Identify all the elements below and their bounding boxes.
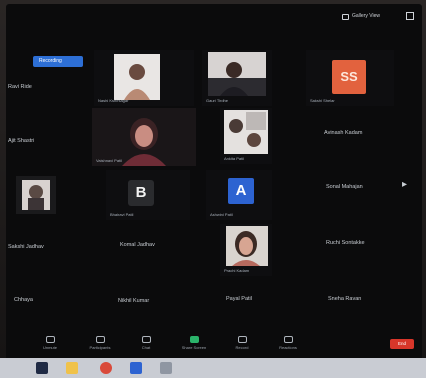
video-tile[interactable]: [16, 176, 56, 214]
video-tile[interactable]: Vaishnavi Patil: [92, 108, 196, 166]
participant-video: [208, 52, 266, 96]
avatar-initials: B: [128, 180, 154, 206]
os-taskbar: [0, 358, 426, 378]
toolbar-label: Reactions: [279, 345, 297, 350]
tile-caption: Prachi Kadam: [224, 268, 250, 273]
unmute-button[interactable]: Unmute: [30, 336, 70, 356]
app-icon[interactable]: [160, 362, 172, 374]
participant-video: [224, 110, 268, 154]
participant-video: [226, 226, 268, 266]
participant-name: Sakshi Jadhav: [8, 244, 44, 250]
tile-caption: Ankita Patil: [224, 156, 245, 161]
toolbar-label: Unmute: [42, 345, 57, 350]
video-tile[interactable]: Nashi Kshirsagar: [94, 50, 194, 106]
tile-caption: Sakshi Shelar: [310, 98, 335, 103]
video-tile[interactable]: Prachi Kadam: [220, 224, 272, 276]
participant-name: Chhaya: [14, 297, 33, 303]
video-tile[interactable]: Gauri Tirdhe: [202, 50, 272, 106]
record-button[interactable]: Record: [222, 336, 262, 356]
participant-name: Avinash Kadam: [324, 130, 363, 136]
tile-caption: Vaishnavi Patil: [96, 158, 122, 163]
participants-button[interactable]: Participants: [80, 336, 120, 356]
tile-caption: Ashwini Patil: [210, 212, 233, 217]
participant-video: [16, 176, 56, 214]
participant-name: Ravi Ride: [8, 84, 32, 90]
participant-name: Nikhil Kumar: [118, 298, 150, 304]
fullscreen-icon[interactable]: [406, 12, 414, 20]
monitor-frame: Gallery View Recording Ravi Ride Ajit Sh…: [0, 0, 426, 378]
toolbar-label: Chat: [141, 345, 151, 350]
participant-name: Sneha Ravan: [328, 296, 362, 302]
recording-badge: Recording: [33, 56, 83, 67]
record-icon: [237, 336, 247, 343]
avatar-tile[interactable]: B Bhairavi Patil: [106, 170, 190, 220]
toolbar-label: Record: [235, 345, 249, 350]
gallery-view-label: Gallery View: [352, 13, 380, 19]
toolbar-label: Share Screen: [181, 345, 207, 350]
video-tile[interactable]: Ankita Patil: [220, 108, 272, 164]
reactions-button[interactable]: Reactions: [268, 336, 308, 356]
microphone-icon: [45, 336, 55, 343]
tile-caption: Gauri Tirdhe: [206, 98, 229, 103]
avatar-initials: SS: [332, 60, 366, 94]
reactions-icon: [283, 336, 293, 343]
top-bar: Gallery View: [6, 4, 422, 26]
share-screen-button[interactable]: Share Screen: [174, 336, 214, 356]
chat-icon: [141, 336, 151, 343]
participant-name: Komal Jadhav: [120, 242, 155, 248]
zoom-window: Gallery View Recording Ravi Ride Ajit Sh…: [6, 4, 422, 362]
participant-name: Ruchi Sontakke: [326, 240, 365, 246]
share-screen-icon: [189, 336, 199, 343]
next-page-arrow-icon[interactable]: ▸: [402, 179, 407, 190]
participant-name: Sonal Mahajan: [326, 184, 363, 190]
start-icon[interactable]: [36, 362, 48, 374]
toolbar-label: Participants: [89, 345, 111, 350]
zoom-app-icon[interactable]: [130, 362, 142, 374]
gallery-view-button[interactable]: Gallery View: [342, 11, 402, 22]
avatar-tile[interactable]: SS Sakshi Shelar: [306, 50, 394, 106]
tile-caption: Nashi Kshirsagar: [98, 98, 129, 103]
participant-name: Payal Patil: [226, 296, 252, 302]
avatar-initials: A: [228, 178, 254, 204]
participant-name: Ajit Shastri: [8, 138, 35, 144]
tile-caption: Bhairavi Patil: [110, 212, 134, 217]
participants-icon: [95, 336, 105, 343]
chat-button[interactable]: Chat: [126, 336, 166, 356]
browser-icon[interactable]: [100, 362, 112, 374]
end-meeting-button[interactable]: End: [390, 339, 414, 349]
grid-icon: [342, 13, 349, 20]
participant-video: [114, 54, 160, 100]
avatar-tile[interactable]: A Ashwini Patil: [206, 170, 272, 220]
folder-icon[interactable]: [66, 362, 78, 374]
